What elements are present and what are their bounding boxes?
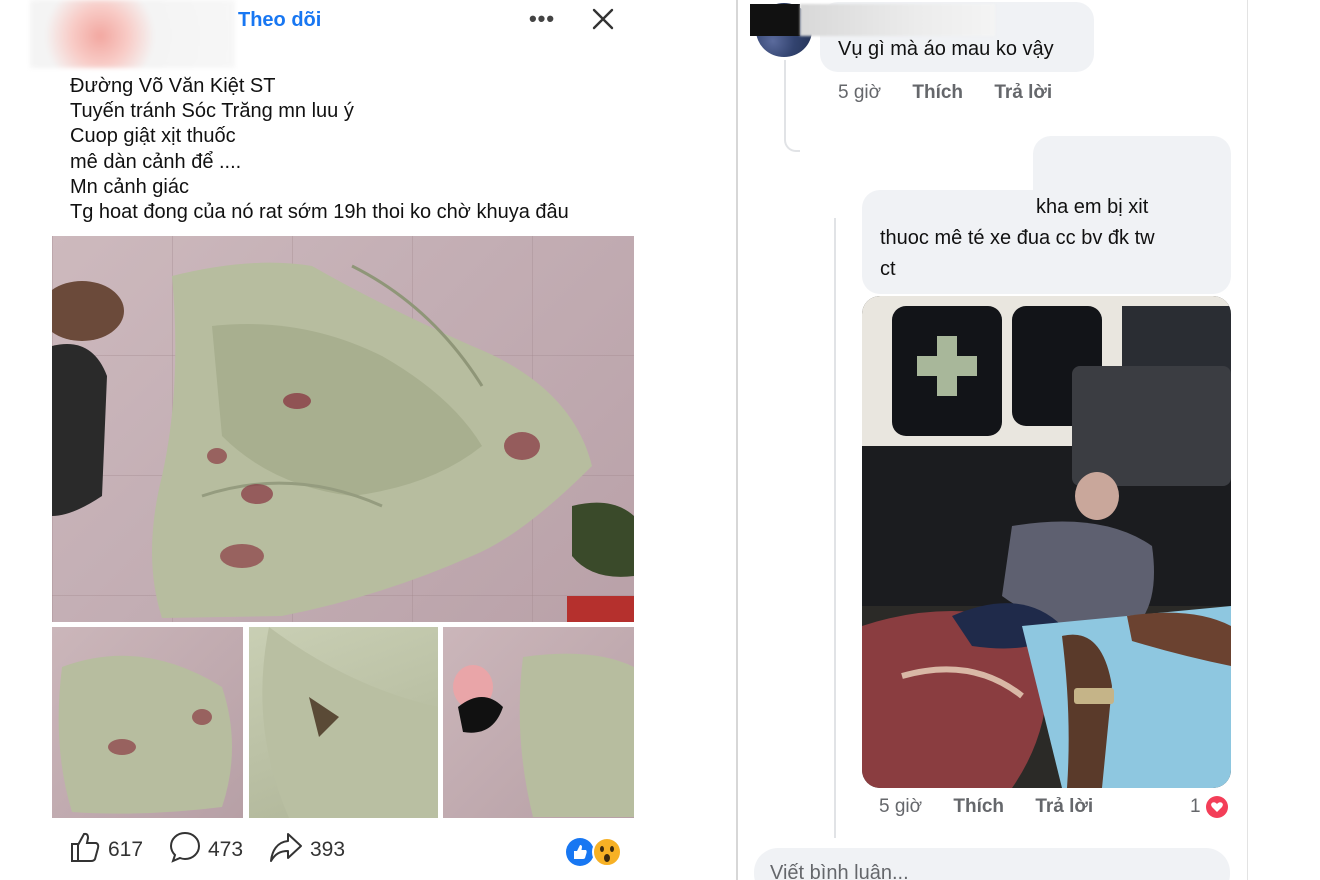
comment-button[interactable]: 473: [168, 830, 244, 870]
post-line: Mn cảnh giác: [70, 175, 189, 198]
post-photo-main[interactable]: [52, 236, 634, 622]
comment-reply-button[interactable]: Trả lời: [1035, 796, 1093, 817]
comment-actions: 5 giờ Thích Trả lời: [838, 82, 1078, 104]
post-reaction-bar: 617 473 393: [68, 830, 638, 872]
redacted-name-blur: [800, 4, 995, 36]
wow-icon: [592, 837, 622, 867]
redacted-name: [750, 4, 800, 36]
thread-connector: [834, 218, 836, 838]
comment-photo[interactable]: [862, 296, 1231, 788]
comment-like-button[interactable]: Thích: [953, 796, 1004, 817]
follow-button[interactable]: Theo dõi: [238, 9, 321, 32]
post-line: Đường Võ Văn Kiệt ST: [70, 75, 276, 97]
like-button[interactable]: 617: [68, 832, 143, 868]
share-count: 393: [310, 838, 346, 861]
share-button[interactable]: 393: [268, 832, 345, 868]
comment-text: thuoc mê té xe đua cc bv đk tw: [880, 227, 1155, 249]
comment-bubble-icon: [168, 830, 208, 870]
comment-text: kha em bị xit: [1036, 196, 1149, 218]
more-options-icon[interactable]: •••: [525, 2, 559, 36]
post-line: Tg hoat đong của nó rat sớm 19h thoi ko …: [70, 201, 569, 224]
post-line: Tuyến tránh Sóc Trăng mn luu ý: [70, 100, 354, 123]
reaction-count: 1: [1190, 796, 1201, 817]
comment-input-placeholder: Viết bình luận...: [770, 862, 909, 880]
comment-reaction-count[interactable]: 1: [1190, 796, 1228, 818]
comment-count: 473: [208, 838, 244, 861]
comment-text: Vụ gì mà áo mau ko vậy: [838, 38, 1054, 60]
comment-time: 5 giờ: [879, 796, 923, 817]
post-photo-thumb[interactable]: [249, 627, 438, 818]
comment-actions: 5 giờ Thích Trả lời: [879, 796, 1119, 818]
like-icon: [566, 838, 594, 866]
share-arrow-icon: [268, 830, 310, 870]
thumbs-up-icon: [68, 830, 108, 870]
heart-icon: [1205, 796, 1228, 818]
post-line: Cuop giật xịt thuốc: [70, 125, 236, 148]
comment-reply-button[interactable]: Trả lời: [994, 82, 1052, 103]
panel-edge: [1247, 0, 1248, 880]
thread-connector: [784, 60, 800, 152]
like-count: 617: [108, 838, 144, 861]
comment-like-button[interactable]: Thích: [912, 82, 963, 103]
comment-time: 5 giờ: [838, 82, 882, 103]
post-photo-thumb[interactable]: [52, 627, 243, 818]
post-body: Đường Võ Văn Kiệt ST Tuyến tránh Sóc Tră…: [70, 74, 640, 225]
author-avatar-blurred[interactable]: [30, 0, 235, 68]
reaction-summary[interactable]: [566, 836, 626, 867]
post-photo-thumb[interactable]: [443, 627, 634, 818]
post-panel: Theo dõi ••• Đường Võ Văn Kiệt ST Tuyến …: [0, 0, 660, 880]
comments-panel: Vụ gì mà áo mau ko vậy 5 giờ Thích Trả l…: [738, 0, 1247, 880]
close-icon[interactable]: [586, 2, 620, 36]
comment-text: ct: [880, 258, 896, 280]
post-line: mê dàn cảnh để ....: [70, 150, 242, 173]
